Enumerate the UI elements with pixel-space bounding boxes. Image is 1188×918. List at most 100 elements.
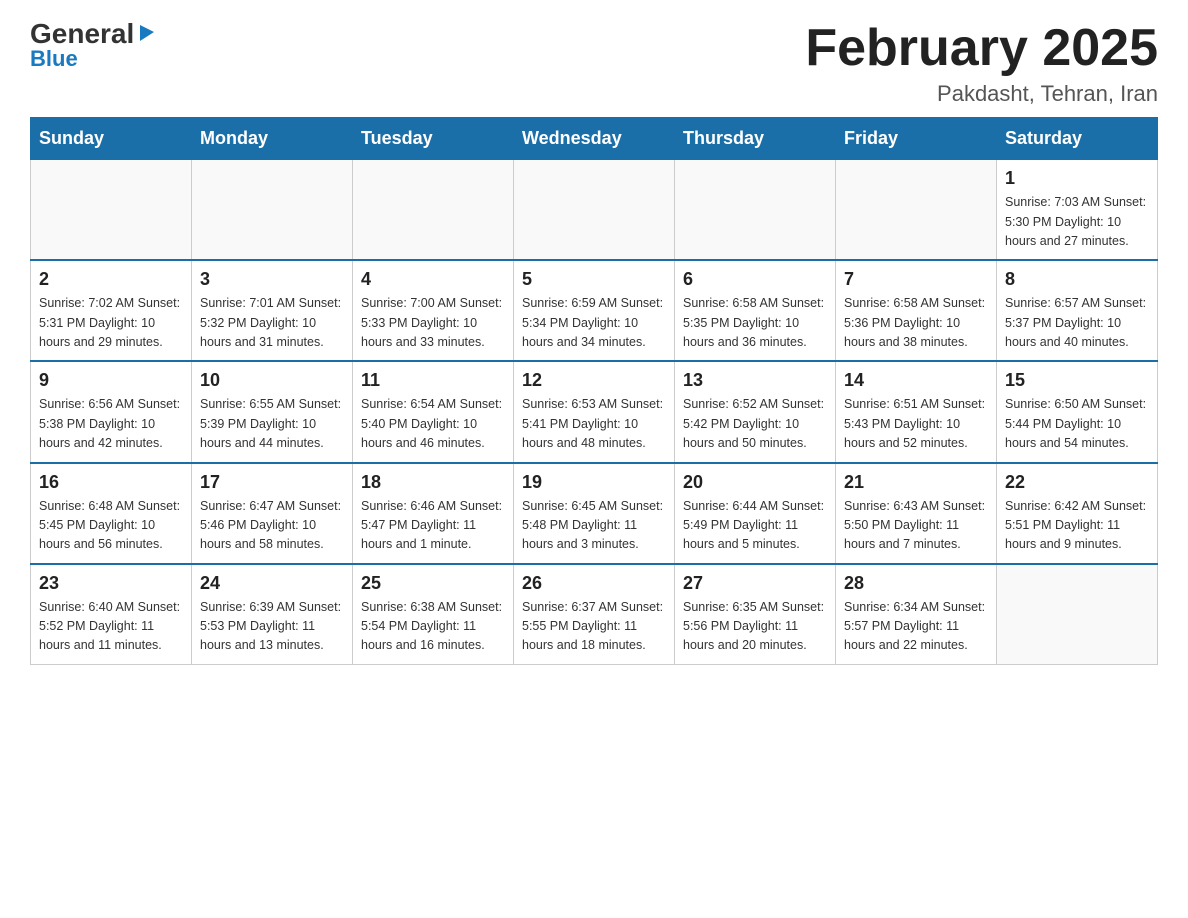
day-number: 11 xyxy=(361,370,505,391)
day-info: Sunrise: 6:58 AM Sunset: 5:36 PM Dayligh… xyxy=(844,294,988,352)
day-cell: 12 Sunrise: 6:53 AM Sunset: 5:41 PM Dayli… xyxy=(514,361,675,462)
day-number: 18 xyxy=(361,472,505,493)
day-cell: 28 Sunrise: 6:34 AM Sunset: 5:57 PM Dayli… xyxy=(836,564,997,665)
day-number: 4 xyxy=(361,269,505,290)
day-number: 10 xyxy=(200,370,344,391)
day-cell: 7 Sunrise: 6:58 AM Sunset: 5:36 PM Daylig… xyxy=(836,260,997,361)
day-info: Sunrise: 6:50 AM Sunset: 5:44 PM Dayligh… xyxy=(1005,395,1149,453)
day-cell: 23Sunrise: 6:40 AM Sunset: 5:52 PM Dayli… xyxy=(31,564,192,665)
day-cell: 26Sunrise: 6:37 AM Sunset: 5:55 PM Dayli… xyxy=(514,564,675,665)
day-number: 27 xyxy=(683,573,827,594)
day-number: 22 xyxy=(1005,472,1149,493)
week-row-3: 9 Sunrise: 6:56 AM Sunset: 5:38 PM Daylig… xyxy=(31,361,1158,462)
day-cell: 13 Sunrise: 6:52 AM Sunset: 5:42 PM Dayli… xyxy=(675,361,836,462)
day-number: 5 xyxy=(522,269,666,290)
weekday-header-tuesday: Tuesday xyxy=(353,118,514,160)
logo-blue-text: Blue xyxy=(30,46,78,72)
day-cell xyxy=(31,160,192,261)
day-cell: 1Sunrise: 7:03 AM Sunset: 5:30 PM Daylig… xyxy=(997,160,1158,261)
day-cell: 17 Sunrise: 6:47 AM Sunset: 5:46 PM Dayli… xyxy=(192,463,353,564)
day-cell: 25 Sunrise: 6:38 AM Sunset: 5:54 PM Dayli… xyxy=(353,564,514,665)
day-number: 8 xyxy=(1005,269,1149,290)
day-info: Sunrise: 6:43 AM Sunset: 5:50 PM Dayligh… xyxy=(844,497,988,555)
weekday-header-friday: Friday xyxy=(836,118,997,160)
day-info: Sunrise: 6:42 AM Sunset: 5:51 PM Dayligh… xyxy=(1005,497,1149,555)
weekday-header-wednesday: Wednesday xyxy=(514,118,675,160)
day-number: 9 xyxy=(39,370,183,391)
day-number: 19 xyxy=(522,472,666,493)
day-info: Sunrise: 6:35 AM Sunset: 5:56 PM Dayligh… xyxy=(683,598,827,656)
day-number: 23 xyxy=(39,573,183,594)
day-info: Sunrise: 6:58 AM Sunset: 5:35 PM Dayligh… xyxy=(683,294,827,352)
weekday-header-monday: Monday xyxy=(192,118,353,160)
month-title: February 2025 xyxy=(805,20,1158,77)
day-info: Sunrise: 6:53 AM Sunset: 5:41 PM Dayligh… xyxy=(522,395,666,453)
day-number: 21 xyxy=(844,472,988,493)
day-info: Sunrise: 7:01 AM Sunset: 5:32 PM Dayligh… xyxy=(200,294,344,352)
day-number: 13 xyxy=(683,370,827,391)
day-cell: 19 Sunrise: 6:45 AM Sunset: 5:48 PM Dayli… xyxy=(514,463,675,564)
location: Pakdasht, Tehran, Iran xyxy=(805,81,1158,107)
day-info: Sunrise: 6:45 AM Sunset: 5:48 PM Dayligh… xyxy=(522,497,666,555)
day-info: Sunrise: 6:38 AM Sunset: 5:54 PM Dayligh… xyxy=(361,598,505,656)
day-number: 17 xyxy=(200,472,344,493)
day-cell: 5 Sunrise: 6:59 AM Sunset: 5:34 PM Daylig… xyxy=(514,260,675,361)
weekday-header-sunday: Sunday xyxy=(31,118,192,160)
day-info: Sunrise: 6:44 AM Sunset: 5:49 PM Dayligh… xyxy=(683,497,827,555)
week-row-5: 23Sunrise: 6:40 AM Sunset: 5:52 PM Dayli… xyxy=(31,564,1158,665)
logo-arrow-icon xyxy=(136,21,158,43)
day-number: 6 xyxy=(683,269,827,290)
calendar-table: SundayMondayTuesdayWednesdayThursdayFrid… xyxy=(30,117,1158,665)
weekday-header-saturday: Saturday xyxy=(997,118,1158,160)
day-cell: 9 Sunrise: 6:56 AM Sunset: 5:38 PM Daylig… xyxy=(31,361,192,462)
title-section: February 2025 Pakdasht, Tehran, Iran xyxy=(805,20,1158,107)
day-cell: 10 Sunrise: 6:55 AM Sunset: 5:39 PM Dayli… xyxy=(192,361,353,462)
day-info: Sunrise: 7:03 AM Sunset: 5:30 PM Dayligh… xyxy=(1005,193,1149,251)
day-cell xyxy=(353,160,514,261)
day-info: Sunrise: 6:51 AM Sunset: 5:43 PM Dayligh… xyxy=(844,395,988,453)
day-number: 16 xyxy=(39,472,183,493)
day-cell: 3 Sunrise: 7:01 AM Sunset: 5:32 PM Daylig… xyxy=(192,260,353,361)
day-cell: 16 Sunrise: 6:48 AM Sunset: 5:45 PM Dayli… xyxy=(31,463,192,564)
day-info: Sunrise: 7:02 AM Sunset: 5:31 PM Dayligh… xyxy=(39,294,183,352)
day-cell: 15 Sunrise: 6:50 AM Sunset: 5:44 PM Dayli… xyxy=(997,361,1158,462)
day-number: 7 xyxy=(844,269,988,290)
day-info: Sunrise: 6:56 AM Sunset: 5:38 PM Dayligh… xyxy=(39,395,183,453)
day-cell: 22 Sunrise: 6:42 AM Sunset: 5:51 PM Dayli… xyxy=(997,463,1158,564)
day-cell: 2Sunrise: 7:02 AM Sunset: 5:31 PM Daylig… xyxy=(31,260,192,361)
day-cell xyxy=(514,160,675,261)
day-info: Sunrise: 6:54 AM Sunset: 5:40 PM Dayligh… xyxy=(361,395,505,453)
day-number: 28 xyxy=(844,573,988,594)
day-info: Sunrise: 6:57 AM Sunset: 5:37 PM Dayligh… xyxy=(1005,294,1149,352)
weekday-header-row: SundayMondayTuesdayWednesdayThursdayFrid… xyxy=(31,118,1158,160)
day-info: Sunrise: 6:48 AM Sunset: 5:45 PM Dayligh… xyxy=(39,497,183,555)
day-number: 12 xyxy=(522,370,666,391)
day-cell: 6 Sunrise: 6:58 AM Sunset: 5:35 PM Daylig… xyxy=(675,260,836,361)
weekday-header-thursday: Thursday xyxy=(675,118,836,160)
day-cell: 18Sunrise: 6:46 AM Sunset: 5:47 PM Dayli… xyxy=(353,463,514,564)
day-cell: 11 Sunrise: 6:54 AM Sunset: 5:40 PM Dayli… xyxy=(353,361,514,462)
day-number: 25 xyxy=(361,573,505,594)
day-cell: 4 Sunrise: 7:00 AM Sunset: 5:33 PM Daylig… xyxy=(353,260,514,361)
day-info: Sunrise: 6:47 AM Sunset: 5:46 PM Dayligh… xyxy=(200,497,344,555)
day-info: Sunrise: 6:59 AM Sunset: 5:34 PM Dayligh… xyxy=(522,294,666,352)
day-info: Sunrise: 6:34 AM Sunset: 5:57 PM Dayligh… xyxy=(844,598,988,656)
day-cell: 8 Sunrise: 6:57 AM Sunset: 5:37 PM Daylig… xyxy=(997,260,1158,361)
day-info: Sunrise: 6:52 AM Sunset: 5:42 PM Dayligh… xyxy=(683,395,827,453)
page-header: General Blue February 2025 Pakdasht, Teh… xyxy=(30,20,1158,107)
week-row-2: 2Sunrise: 7:02 AM Sunset: 5:31 PM Daylig… xyxy=(31,260,1158,361)
day-number: 26 xyxy=(522,573,666,594)
week-row-1: 1Sunrise: 7:03 AM Sunset: 5:30 PM Daylig… xyxy=(31,160,1158,261)
day-cell xyxy=(192,160,353,261)
day-info: Sunrise: 6:39 AM Sunset: 5:53 PM Dayligh… xyxy=(200,598,344,656)
day-cell xyxy=(675,160,836,261)
day-number: 15 xyxy=(1005,370,1149,391)
day-cell xyxy=(997,564,1158,665)
day-cell: 21 Sunrise: 6:43 AM Sunset: 5:50 PM Dayli… xyxy=(836,463,997,564)
day-info: Sunrise: 7:00 AM Sunset: 5:33 PM Dayligh… xyxy=(361,294,505,352)
day-cell: 24Sunrise: 6:39 AM Sunset: 5:53 PM Dayli… xyxy=(192,564,353,665)
day-number: 3 xyxy=(200,269,344,290)
logo-general-text: General xyxy=(30,20,134,48)
day-info: Sunrise: 6:55 AM Sunset: 5:39 PM Dayligh… xyxy=(200,395,344,453)
logo: General Blue xyxy=(30,20,158,72)
